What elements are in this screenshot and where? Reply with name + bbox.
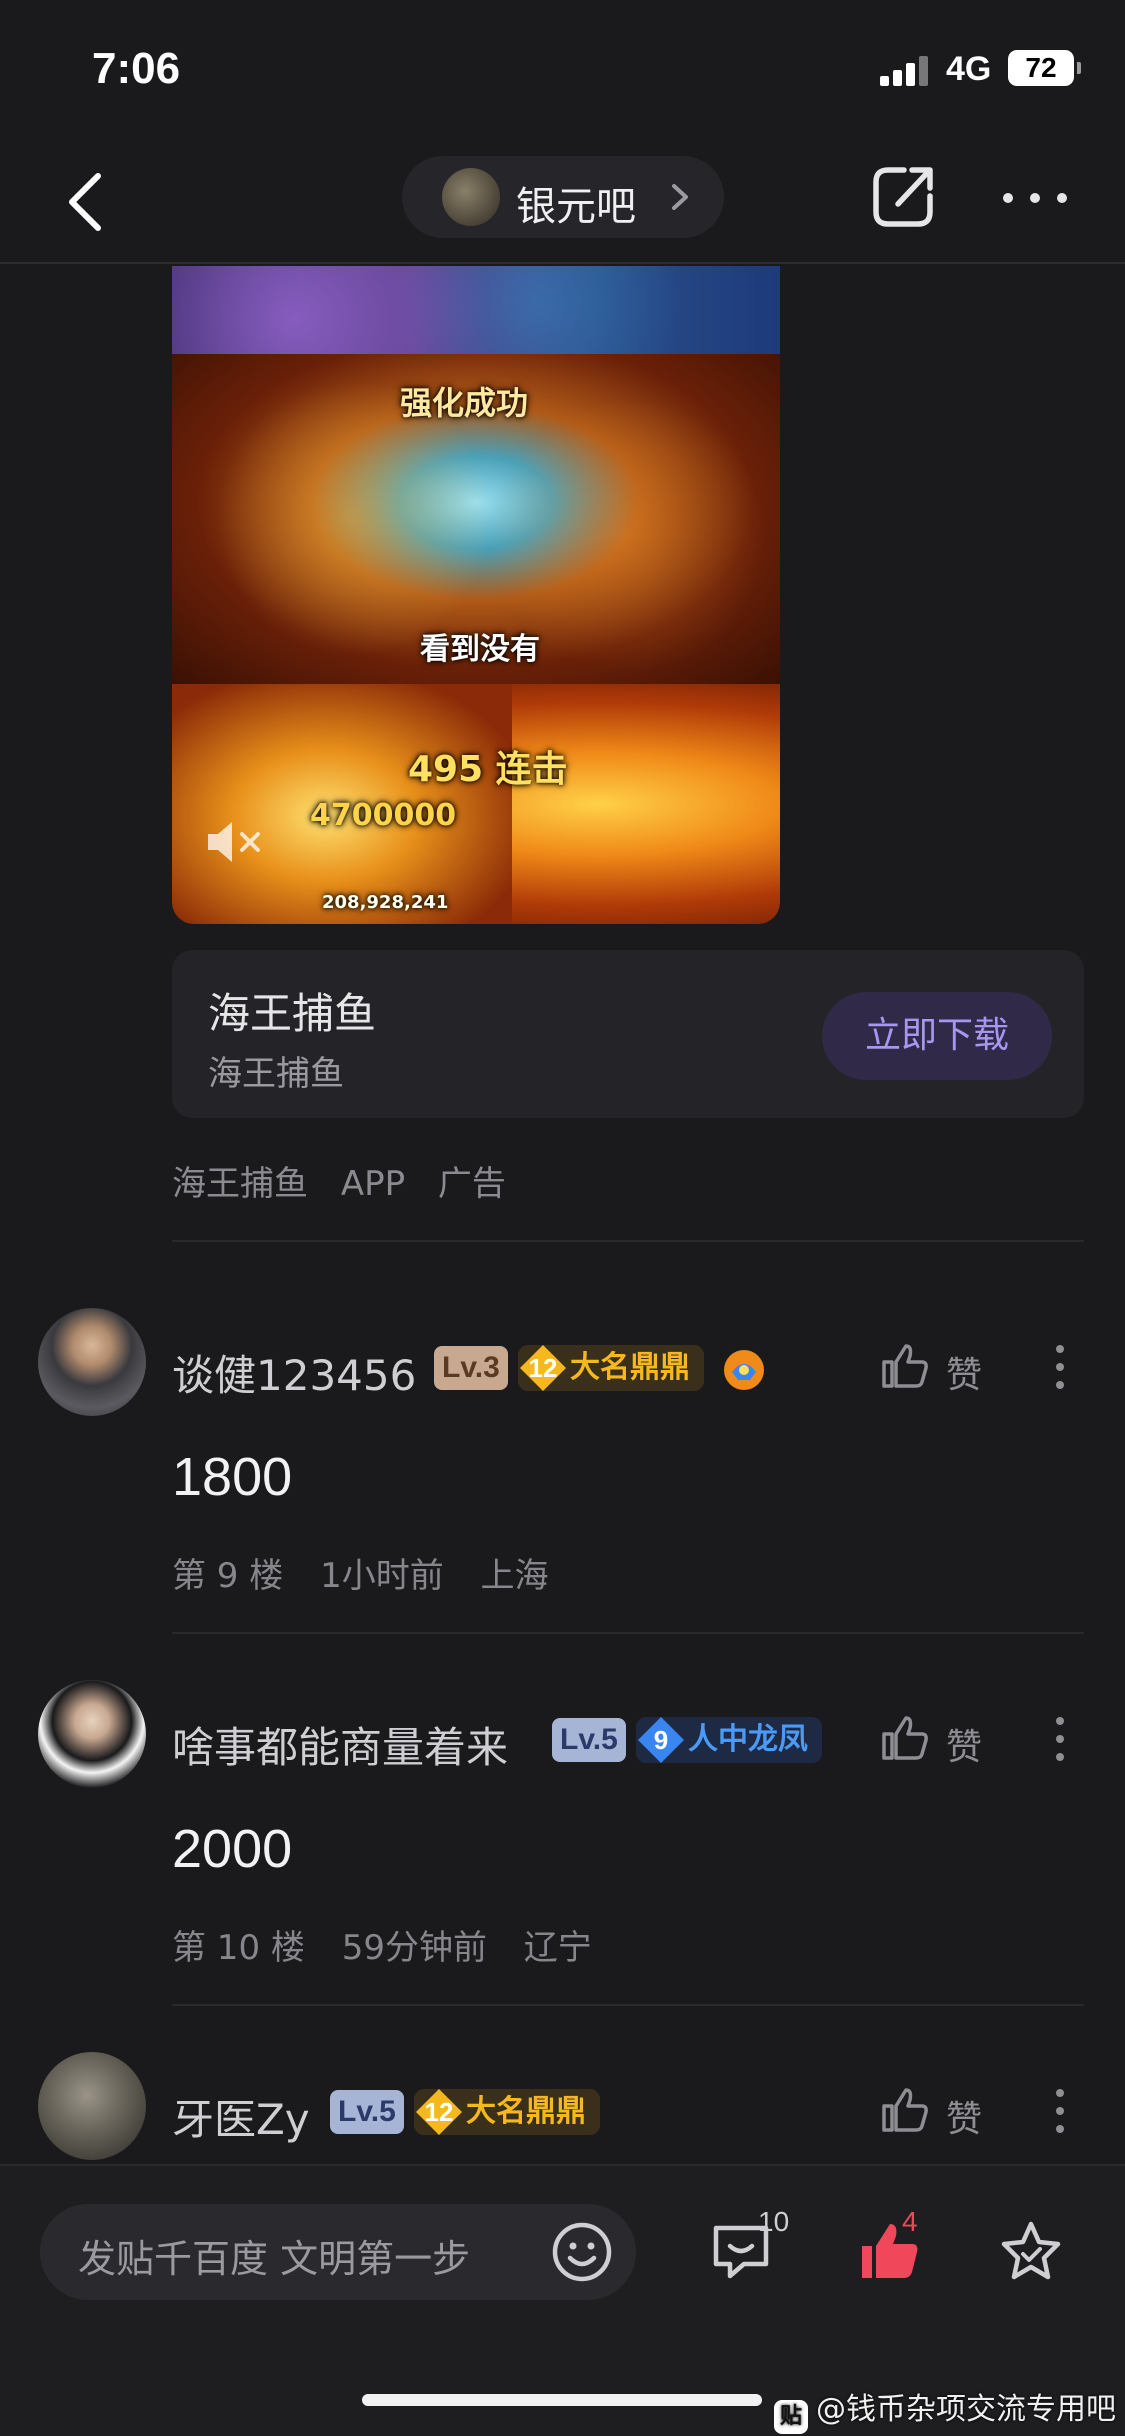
watermark-text: @钱币杂项交流专用吧	[816, 2392, 1116, 2427]
home-indicator	[362, 2394, 762, 2406]
watermark: 贴 @钱币杂项交流专用吧	[774, 2384, 1116, 2434]
status-bar: 7:06 4G 72	[0, 0, 1125, 140]
avatar[interactable]	[38, 2052, 146, 2160]
like-label[interactable]: 赞	[946, 2090, 982, 2142]
title-level: 12	[424, 2097, 454, 2127]
comment-time: 59分钟前	[341, 1928, 487, 1968]
game-badge-icon	[724, 1350, 764, 1390]
status-time: 7:06	[92, 44, 181, 93]
level-badge: Lv.5	[330, 2090, 404, 2134]
more-vertical-icon[interactable]	[1054, 1716, 1066, 1762]
level-badge: Lv.5	[552, 1718, 626, 1762]
ad-overlay-combo: 495 连击	[408, 749, 568, 790]
floor-number: 第 10 楼	[172, 1928, 305, 1968]
network-label: 4G	[946, 50, 992, 88]
ad-overlay-caption: 看到没有	[420, 632, 540, 667]
comment-location: 辽宁	[523, 1928, 592, 1968]
download-button[interactable]: 立即下载	[822, 992, 1052, 1080]
star-icon[interactable]	[998, 2218, 1064, 2284]
like-label[interactable]: 赞	[946, 1718, 982, 1770]
like-icon[interactable]	[880, 1714, 930, 1762]
ad-card-subtitle: 海王捕鱼	[208, 1054, 344, 1094]
mute-icon[interactable]	[202, 814, 266, 870]
forum-avatar	[442, 168, 500, 226]
level-badge: Lv.3	[434, 1346, 508, 1390]
more-icon[interactable]	[1000, 190, 1070, 206]
title-name: 人中龙凤	[688, 1722, 808, 1757]
divider	[172, 2004, 1084, 2006]
comment-meta: 第 10 楼 59分钟前 辽宁	[172, 1920, 618, 1969]
chevron-right-icon	[672, 184, 688, 210]
comment-location: 上海	[480, 1556, 549, 1596]
ad-frame-top	[172, 266, 780, 354]
floor-number: 第 9 楼	[172, 1556, 284, 1596]
comment-time: 1小时前	[320, 1556, 444, 1596]
like-icon[interactable]	[880, 2086, 930, 2134]
ad-meta-label: 广告	[437, 1164, 506, 1204]
divider	[172, 1240, 1084, 1242]
title-level: 9	[653, 1725, 669, 1755]
share-icon[interactable]	[868, 162, 938, 232]
title-name: 大名鼎鼎	[466, 2094, 586, 2129]
more-vertical-icon[interactable]	[1054, 1344, 1066, 1390]
title-badge: 12 大名鼎鼎	[414, 2089, 600, 2135]
avatar[interactable]	[38, 1680, 146, 1788]
signal-icon	[880, 54, 932, 86]
title-badge: 9 人中龙凤	[636, 1717, 822, 1763]
comment-count: 10	[758, 2206, 790, 2237]
nav-bar: 银元吧	[0, 140, 1125, 264]
username[interactable]: 谈健123456	[172, 1342, 416, 1403]
like-count: 4	[902, 2206, 918, 2237]
reply-input[interactable]: 发贴千百度 文明第一步	[40, 2204, 636, 2300]
reply-placeholder: 发贴千百度 文明第一步	[78, 2237, 471, 2281]
forum-pill[interactable]: 银元吧	[402, 156, 724, 238]
comment-content: 1800	[172, 1447, 293, 1507]
title-name: 大名鼎鼎	[570, 1350, 690, 1385]
watermark-logo: 贴	[774, 2400, 808, 2434]
emoji-icon[interactable]	[550, 2220, 614, 2284]
ad-meta: 海王捕鱼 APP 广告	[172, 1156, 528, 1205]
ad-card[interactable]: 海王捕鱼 海王捕鱼 立即下载	[172, 950, 1084, 1118]
divider	[172, 1632, 1084, 1634]
like-label[interactable]: 赞	[946, 1346, 982, 1398]
back-icon[interactable]	[58, 170, 118, 234]
title-level: 12	[528, 1353, 558, 1383]
ad-meta-type: APP	[340, 1164, 406, 1204]
ad-meta-name: 海王捕鱼	[172, 1164, 308, 1204]
ad-overlay-score: 4700000	[310, 798, 457, 833]
ad-frame-bottom	[172, 684, 780, 924]
avatar[interactable]	[38, 1308, 146, 1416]
comment-meta: 第 9 楼 1小时前 上海	[172, 1548, 575, 1597]
username[interactable]: 啥事都能商量着来	[172, 1714, 508, 1775]
ad-overlay-title: 强化成功	[400, 384, 529, 422]
comment-content: 2000	[172, 1819, 293, 1879]
ad-card-title: 海王捕鱼	[208, 989, 377, 1038]
battery-icon: 72	[1008, 50, 1081, 86]
ad-overlay-total: 208,928,241	[322, 892, 449, 913]
like-icon[interactable]	[880, 1342, 930, 1390]
username[interactable]: 牙医Zy	[172, 2086, 310, 2147]
title-badge: 12 大名鼎鼎	[518, 1345, 704, 1391]
ad-video[interactable]: 强化成功 看到没有 495 连击 4700000 208,928,241	[172, 266, 780, 924]
forum-name: 银元吧	[516, 184, 636, 230]
more-vertical-icon[interactable]	[1054, 2088, 1066, 2134]
